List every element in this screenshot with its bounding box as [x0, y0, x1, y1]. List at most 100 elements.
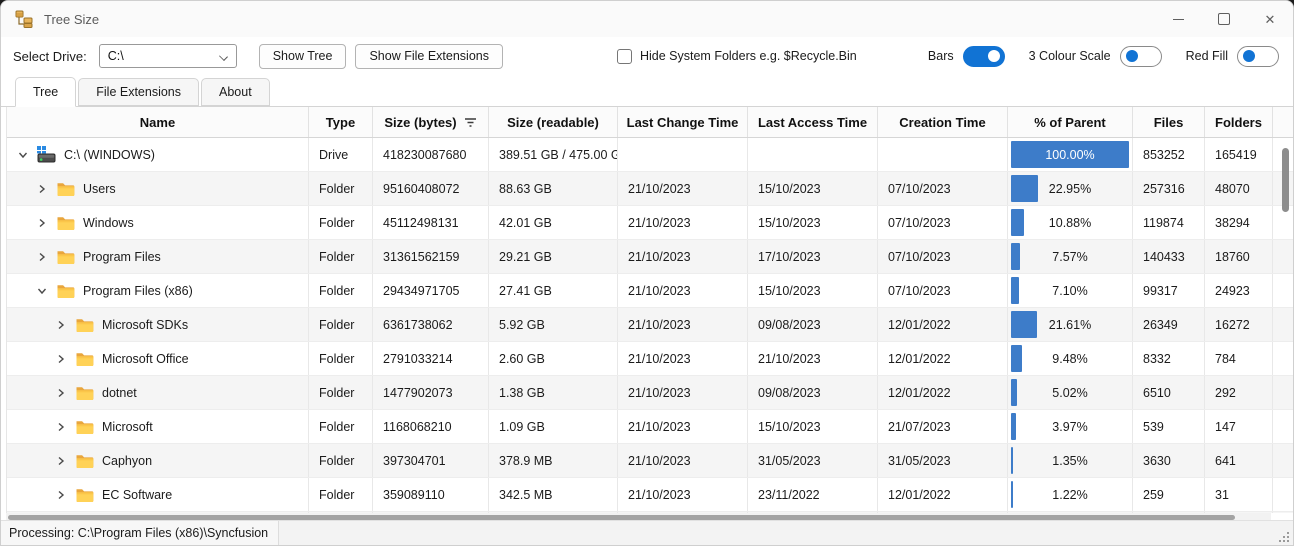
table-row[interactable]: Program Files (x86) Folder 29434971705 2…	[7, 274, 1293, 308]
column-header-name[interactable]: Name	[7, 107, 309, 137]
column-header-last-access[interactable]: Last Access Time	[748, 107, 878, 137]
colour-scale-toggle[interactable]	[1120, 46, 1162, 67]
table-row[interactable]: Program Files Folder 31361562159 29.21 G…	[7, 240, 1293, 274]
expand-chevron-icon[interactable]	[34, 181, 50, 197]
column-header-folders[interactable]: Folders	[1205, 107, 1273, 137]
type-cell: Folder	[309, 274, 373, 307]
vertical-scrollbar[interactable]	[1281, 141, 1290, 511]
size-bytes-cell: 6361738062	[373, 308, 489, 341]
expand-chevron-icon[interactable]	[34, 249, 50, 265]
table-row[interactable]: Microsoft SDKs Folder 6361738062 5.92 GB…	[7, 308, 1293, 342]
drive-select[interactable]: C:\	[99, 44, 237, 68]
name-cell[interactable]: Caphyon	[7, 444, 309, 477]
last-change-cell: 21/10/2023	[618, 172, 748, 205]
bars-toggle[interactable]	[963, 46, 1005, 67]
horizontal-scrollbar-thumb[interactable]	[8, 515, 1235, 520]
last-change-cell: 21/10/2023	[618, 342, 748, 375]
filter-icon[interactable]	[464, 117, 477, 128]
red-fill-toggle[interactable]	[1237, 46, 1279, 67]
tab-file-extensions[interactable]: File Extensions	[78, 78, 199, 106]
size-bytes-cell: 1168068210	[373, 410, 489, 443]
size-readable-cell: 27.41 GB	[489, 274, 618, 307]
last-access-cell: 09/08/2023	[748, 376, 878, 409]
name-cell[interactable]: Program Files	[7, 240, 309, 273]
column-header-last-change[interactable]: Last Change Time	[618, 107, 748, 137]
percent-label: 1.35%	[1052, 454, 1087, 468]
show-tree-button[interactable]: Show Tree	[259, 44, 347, 69]
resize-grip-icon[interactable]	[1279, 531, 1290, 542]
select-drive-label: Select Drive:	[13, 49, 87, 64]
toggle-knob	[1243, 50, 1255, 62]
expand-chevron-icon[interactable]	[53, 487, 69, 503]
creation-time-cell: 07/10/2023	[878, 274, 1008, 307]
folders-count-cell: 31	[1205, 478, 1273, 511]
size-bytes-cell: 29434971705	[373, 274, 489, 307]
table-row[interactable]: EC Software Folder 359089110 342.5 MB 21…	[7, 478, 1293, 512]
percent-of-parent-cell: 3.97%	[1008, 410, 1133, 443]
percent-bar	[1011, 413, 1016, 440]
column-header-pct-of-parent[interactable]: % of Parent	[1008, 107, 1133, 137]
expand-chevron-icon[interactable]	[34, 283, 50, 299]
close-button[interactable]: ✕	[1247, 1, 1293, 37]
name-cell[interactable]: dotnet	[7, 376, 309, 409]
type-cell: Folder	[309, 206, 373, 239]
table-row[interactable]: Microsoft Office Folder 2791033214 2.60 …	[7, 342, 1293, 376]
expand-chevron-icon[interactable]	[15, 147, 31, 163]
table-row[interactable]: C:\ (WINDOWS) Drive 418230087680 389.51 …	[7, 138, 1293, 172]
creation-time-cell: 31/05/2023	[878, 444, 1008, 477]
table-row[interactable]: Microsoft Folder 1168068210 1.09 GB 21/1…	[7, 410, 1293, 444]
minimize-button[interactable]	[1155, 1, 1201, 37]
percent-label: 22.95%	[1049, 182, 1091, 196]
percent-label: 3.97%	[1052, 420, 1087, 434]
folders-count-cell: 147	[1205, 410, 1273, 443]
files-count-cell: 119874	[1133, 206, 1205, 239]
size-readable-cell: 5.92 GB	[489, 308, 618, 341]
vertical-scrollbar-thumb[interactable]	[1282, 148, 1289, 212]
column-header-size-bytes[interactable]: Size (bytes)	[373, 107, 489, 137]
table-row[interactable]: Users Folder 95160408072 88.63 GB 21/10/…	[7, 172, 1293, 206]
expand-chevron-icon[interactable]	[53, 385, 69, 401]
creation-time-cell	[878, 138, 1008, 171]
last-change-cell: 21/10/2023	[618, 240, 748, 273]
tab-about[interactable]: About	[201, 78, 270, 106]
table-row[interactable]: Caphyon Folder 397304701 378.9 MB 21/10/…	[7, 444, 1293, 478]
percent-of-parent-cell: 10.88%	[1008, 206, 1133, 239]
name-cell[interactable]: Microsoft Office	[7, 342, 309, 375]
size-readable-cell: 42.01 GB	[489, 206, 618, 239]
size-readable-cell: 88.63 GB	[489, 172, 618, 205]
toggle-knob	[1126, 50, 1138, 62]
files-count-cell: 26349	[1133, 308, 1205, 341]
expand-chevron-icon[interactable]	[53, 453, 69, 469]
hide-system-folders-checkbox[interactable]	[617, 49, 632, 64]
table-row[interactable]: Windows Folder 45112498131 42.01 GB 21/1…	[7, 206, 1293, 240]
show-file-extensions-button[interactable]: Show File Extensions	[355, 44, 503, 69]
table-row[interactable]: dotnet Folder 1477902073 1.38 GB 21/10/2…	[7, 376, 1293, 410]
column-header-files[interactable]: Files	[1133, 107, 1205, 137]
tab-tree[interactable]: Tree	[15, 77, 76, 107]
name-cell[interactable]: Microsoft	[7, 410, 309, 443]
last-change-cell: 21/10/2023	[618, 478, 748, 511]
column-header-type[interactable]: Type	[309, 107, 373, 137]
size-bytes-cell: 31361562159	[373, 240, 489, 273]
maximize-button[interactable]	[1201, 1, 1247, 37]
expand-chevron-icon[interactable]	[53, 351, 69, 367]
name-cell[interactable]: Windows	[7, 206, 309, 239]
column-header-size-readable[interactable]: Size (readable)	[489, 107, 618, 137]
name-cell[interactable]: Microsoft SDKs	[7, 308, 309, 341]
files-count-cell: 539	[1133, 410, 1205, 443]
percent-label: 9.48%	[1052, 352, 1087, 366]
column-header-creation[interactable]: Creation Time	[878, 107, 1008, 137]
expand-chevron-icon[interactable]	[34, 215, 50, 231]
files-count-cell: 140433	[1133, 240, 1205, 273]
files-count-cell: 259	[1133, 478, 1205, 511]
percent-label: 7.57%	[1052, 250, 1087, 264]
name-cell[interactable]: Program Files (x86)	[7, 274, 309, 307]
expand-chevron-icon[interactable]	[53, 317, 69, 333]
item-name: Program Files	[83, 250, 161, 264]
name-cell[interactable]: Users	[7, 172, 309, 205]
title-bar[interactable]: Tree Size ✕	[1, 1, 1293, 37]
name-cell[interactable]: C:\ (WINDOWS)	[7, 138, 309, 171]
size-bytes-cell: 45112498131	[373, 206, 489, 239]
expand-chevron-icon[interactable]	[53, 419, 69, 435]
name-cell[interactable]: EC Software	[7, 478, 309, 511]
